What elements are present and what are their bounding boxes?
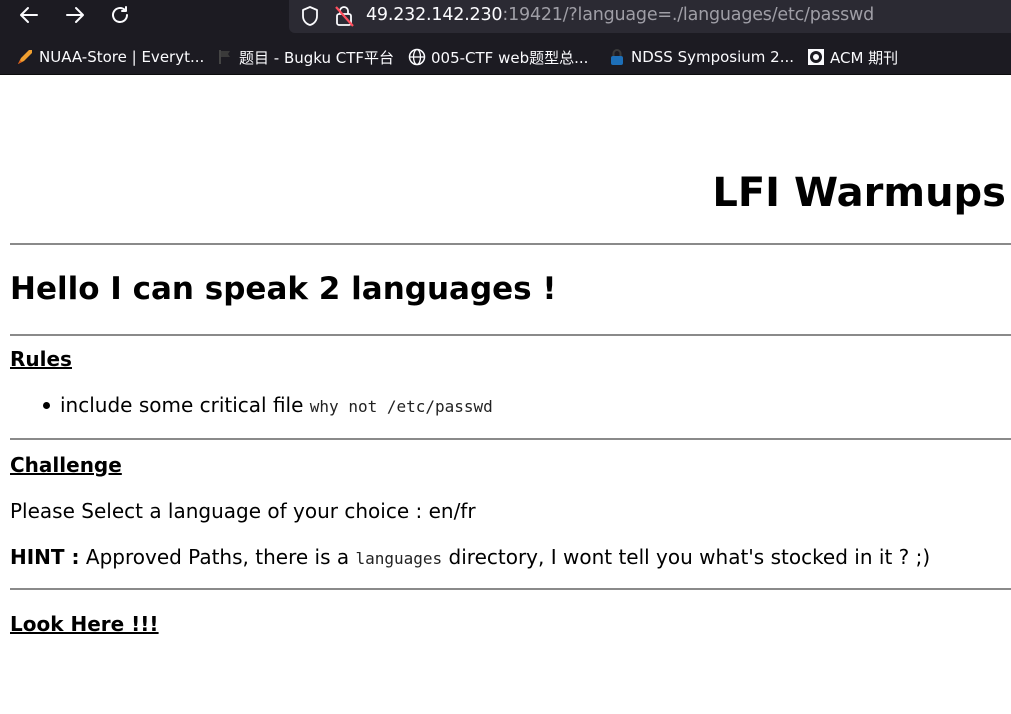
bookmark-label: NDSS Symposium 2... bbox=[631, 48, 795, 66]
hint-text: HINT : Approved Paths, there is a langua… bbox=[10, 544, 930, 572]
bookmark-nuaa-store[interactable]: NUAA-Store | Everyt... bbox=[16, 46, 204, 68]
url-bar[interactable]: 49.232.142.230:19421/?language=./languag… bbox=[289, 0, 1011, 33]
navigation-toolbar: 49.232.142.230:19421/?language=./languag… bbox=[0, 0, 1011, 33]
rule-text: include some critical file bbox=[60, 393, 310, 417]
back-button[interactable] bbox=[14, 0, 44, 30]
divider bbox=[10, 243, 1011, 245]
forward-button[interactable] bbox=[60, 0, 90, 30]
bookmark-label: 题目 - Bugku CTF平台 bbox=[239, 48, 395, 67]
reload-icon bbox=[112, 6, 128, 23]
rules-title: Rules bbox=[10, 347, 72, 371]
hint-label: HINT : bbox=[10, 545, 80, 569]
bookmark-bugku[interactable]: 题目 - Bugku CTF平台 bbox=[216, 46, 394, 68]
look-here-link[interactable]: Look Here !!! bbox=[10, 612, 159, 636]
rule-code: why not /etc/passwd bbox=[309, 397, 493, 416]
acm-logo-icon bbox=[807, 48, 825, 66]
toolbar-divider bbox=[0, 74, 1011, 75]
forward-arrow-icon bbox=[66, 7, 84, 23]
rocket-icon bbox=[16, 48, 34, 66]
url-host: 49.232.142.230 bbox=[366, 5, 503, 25]
page-title: LFI Warmups bbox=[712, 170, 1006, 216]
flag-icon bbox=[216, 48, 234, 66]
bookmark-ctf-web[interactable]: 005-CTF web题型总... bbox=[408, 46, 588, 68]
bookmark-label: ACM 期刊 bbox=[830, 48, 899, 67]
globe-icon bbox=[408, 48, 426, 66]
reload-button[interactable] bbox=[105, 0, 135, 30]
ndss-lock-icon bbox=[608, 48, 626, 66]
url-path: :19421/?language=./languages/etc/passwd bbox=[502, 5, 875, 25]
tracking-shield-icon[interactable] bbox=[299, 5, 321, 27]
back-arrow-icon bbox=[20, 7, 38, 23]
language-select-text: Please Select a language of your choice … bbox=[10, 499, 476, 523]
divider bbox=[10, 588, 1011, 590]
hint-post: directory, I wont tell you what's stocke… bbox=[442, 545, 931, 569]
bookmark-acm[interactable]: ACM 期刊 bbox=[807, 46, 898, 68]
hint-code: languages bbox=[355, 549, 443, 568]
url-text[interactable]: 49.232.142.230:19421/?language=./languag… bbox=[366, 5, 874, 25]
browser-chrome: 49.232.142.230:19421/?language=./languag… bbox=[0, 0, 1011, 75]
rules-list: include some critical file why not /etc/… bbox=[43, 392, 493, 420]
list-item: include some critical file why not /etc/… bbox=[43, 392, 493, 420]
hello-heading: Hello I can speak 2 languages ! bbox=[10, 271, 557, 307]
divider bbox=[10, 438, 1011, 440]
insecure-lock-icon[interactable] bbox=[333, 4, 355, 28]
challenge-title: Challenge bbox=[10, 453, 122, 477]
bookmark-label: NUAA-Store | Everyt... bbox=[39, 48, 205, 66]
divider bbox=[10, 334, 1011, 336]
bookmark-label: 005-CTF web题型总... bbox=[431, 48, 589, 67]
hint-pre: Approved Paths, there is a bbox=[79, 545, 356, 569]
bookmarks-toolbar: NUAA-Store | Everyt... 题目 - Bugku CTF平台 … bbox=[0, 40, 1011, 74]
bookmark-ndss[interactable]: NDSS Symposium 2... bbox=[608, 46, 794, 68]
look-here-heading: Look Here !!! bbox=[10, 611, 159, 637]
